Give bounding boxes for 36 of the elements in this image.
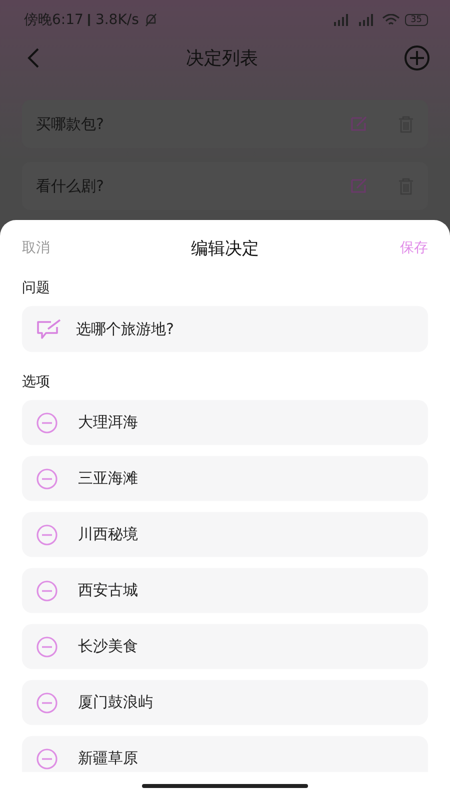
option-row[interactable]: 三亚海滩 xyxy=(22,456,428,501)
decision-title: 看什么剧? xyxy=(36,176,105,196)
option-text: 厦门鼓浪屿 xyxy=(78,693,153,712)
remove-icon[interactable] xyxy=(36,692,58,714)
remove-icon[interactable] xyxy=(36,580,58,602)
option-text: 大理洱海 xyxy=(78,413,138,432)
option-row[interactable]: 厦门鼓浪屿 xyxy=(22,680,428,725)
sheet-title: 编辑决定 xyxy=(191,238,259,260)
comment-edit-icon xyxy=(36,318,62,340)
add-icon[interactable] xyxy=(404,45,430,71)
option-text: 长沙美食 xyxy=(78,637,138,656)
remove-icon[interactable] xyxy=(36,636,58,658)
decision-title: 买哪款包? xyxy=(36,114,105,134)
option-text: 西安古城 xyxy=(78,581,138,600)
remove-icon[interactable] xyxy=(36,468,58,490)
option-text: 三亚海滩 xyxy=(78,469,138,488)
option-row[interactable]: 新疆草原 xyxy=(22,736,428,772)
question-field[interactable]: 选哪个旅游地? xyxy=(22,306,428,352)
option-text: 新疆草原 xyxy=(78,749,138,768)
wifi-icon xyxy=(382,14,400,26)
battery-indicator: 35 xyxy=(404,14,428,26)
option-row[interactable]: 大理洱海 xyxy=(22,400,428,445)
status-time: 傍晚6:17 xyxy=(24,11,84,29)
option-row[interactable]: 长沙美食 xyxy=(22,624,428,669)
option-row[interactable]: 西安古城 xyxy=(22,568,428,613)
page-title: 决定列表 xyxy=(186,47,258,70)
remove-icon[interactable] xyxy=(36,412,58,434)
section-label: 问题 xyxy=(22,279,51,298)
back-icon[interactable] xyxy=(26,47,40,69)
option-row[interactable]: 川西秘境 xyxy=(22,512,428,557)
network-speed: 3.8K/s xyxy=(95,12,139,28)
option-text: 川西秘境 xyxy=(78,525,138,544)
section-label: 选项 xyxy=(22,373,51,392)
bell-off-icon xyxy=(144,13,158,27)
remove-icon[interactable] xyxy=(36,524,58,546)
remove-icon[interactable] xyxy=(36,748,58,770)
